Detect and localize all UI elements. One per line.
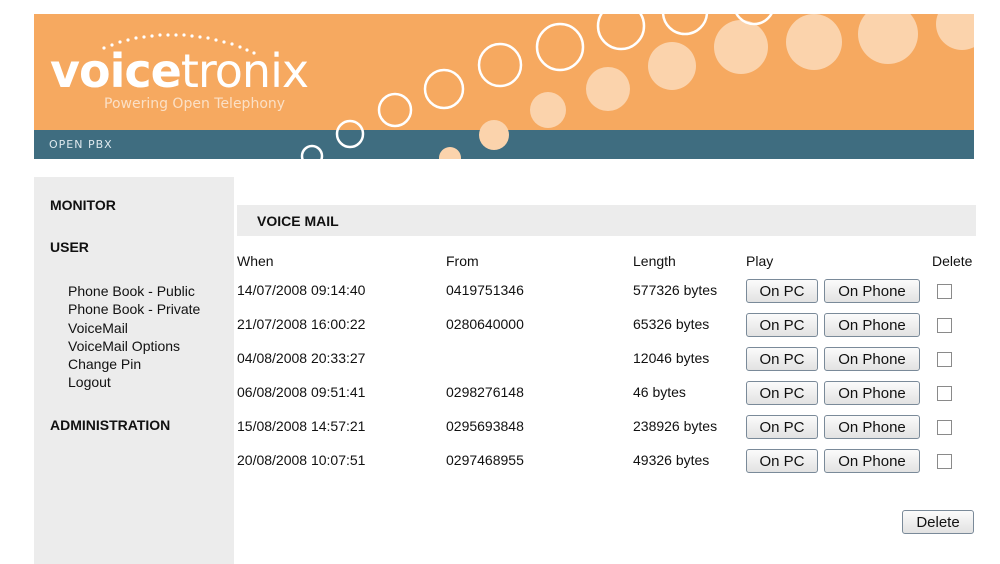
play-on-phone-button[interactable]: On Phone <box>824 313 920 337</box>
play-on-pc-button[interactable]: On PC <box>746 347 818 371</box>
delete-checkbox[interactable] <box>937 454 952 469</box>
cell-length: 46 bytes <box>633 384 686 400</box>
play-on-pc-button[interactable]: On PC <box>746 449 818 473</box>
play-on-pc-button[interactable]: On PC <box>746 279 818 303</box>
header-banner: voicetronix Powering Open Telephony OPEN… <box>34 14 974 159</box>
table-row: 21/07/2008 16:00:22 0280640000 65326 byt… <box>0 313 1000 343</box>
page-title: VOICE MAIL <box>257 213 339 229</box>
cell-from: 0280640000 <box>446 316 524 332</box>
cell-length: 49326 bytes <box>633 452 710 468</box>
play-on-pc-button[interactable]: On PC <box>746 313 818 337</box>
sidebar-heading-user[interactable]: USER <box>50 239 89 255</box>
column-header-when: When <box>237 253 274 269</box>
cell-from: 0298276148 <box>446 384 524 400</box>
logo: voicetronix <box>50 44 309 98</box>
cell-from: 0297468955 <box>446 452 524 468</box>
product-label: OPEN PBX <box>49 138 113 151</box>
column-header-play: Play <box>746 253 774 269</box>
play-on-phone-button[interactable]: On Phone <box>824 415 920 439</box>
sidebar-heading-monitor[interactable]: MONITOR <box>50 197 116 213</box>
cell-when: 14/07/2008 09:14:40 <box>237 282 366 298</box>
cell-length: 238926 bytes <box>633 418 718 434</box>
cell-length: 65326 bytes <box>633 316 710 332</box>
cell-when: 15/08/2008 14:57:21 <box>237 418 366 434</box>
table-row: 04/08/2008 20:33:27 12046 bytes On PC On… <box>0 347 1000 377</box>
delete-button[interactable]: Delete <box>902 510 974 534</box>
cell-when: 06/08/2008 09:51:41 <box>237 384 366 400</box>
cell-when: 04/08/2008 20:33:27 <box>237 350 366 366</box>
section-header: VOICE MAIL <box>237 205 976 236</box>
play-on-phone-button[interactable]: On Phone <box>824 449 920 473</box>
column-header-length: Length <box>633 253 676 269</box>
cell-length: 577326 bytes <box>633 282 718 298</box>
delete-checkbox[interactable] <box>937 284 952 299</box>
cell-from: 0295693848 <box>446 418 524 434</box>
cell-length: 12046 bytes <box>633 350 710 366</box>
table-row: 06/08/2008 09:51:41 0298276148 46 bytes … <box>0 381 1000 411</box>
delete-checkbox[interactable] <box>937 386 952 401</box>
play-on-pc-button[interactable]: On PC <box>746 381 818 405</box>
play-on-phone-button[interactable]: On Phone <box>824 347 920 371</box>
play-on-phone-button[interactable]: On Phone <box>824 381 920 405</box>
play-on-pc-button[interactable]: On PC <box>746 415 818 439</box>
delete-checkbox[interactable] <box>937 420 952 435</box>
delete-checkbox[interactable] <box>937 318 952 333</box>
table-row: 20/08/2008 10:07:51 0297468955 49326 byt… <box>0 449 1000 479</box>
table-row: 14/07/2008 09:14:40 0419751346 577326 by… <box>0 279 1000 309</box>
delete-checkbox[interactable] <box>937 352 952 367</box>
cell-when: 20/08/2008 10:07:51 <box>237 452 366 468</box>
play-on-phone-button[interactable]: On Phone <box>824 279 920 303</box>
logo-tagline: Powering Open Telephony <box>104 96 286 112</box>
cell-from: 0419751346 <box>446 282 524 298</box>
column-header-from: From <box>446 253 479 269</box>
cell-when: 21/07/2008 16:00:22 <box>237 316 366 332</box>
column-header-delete: Delete <box>932 253 973 269</box>
table-row: 15/08/2008 14:57:21 0295693848 238926 by… <box>0 415 1000 445</box>
